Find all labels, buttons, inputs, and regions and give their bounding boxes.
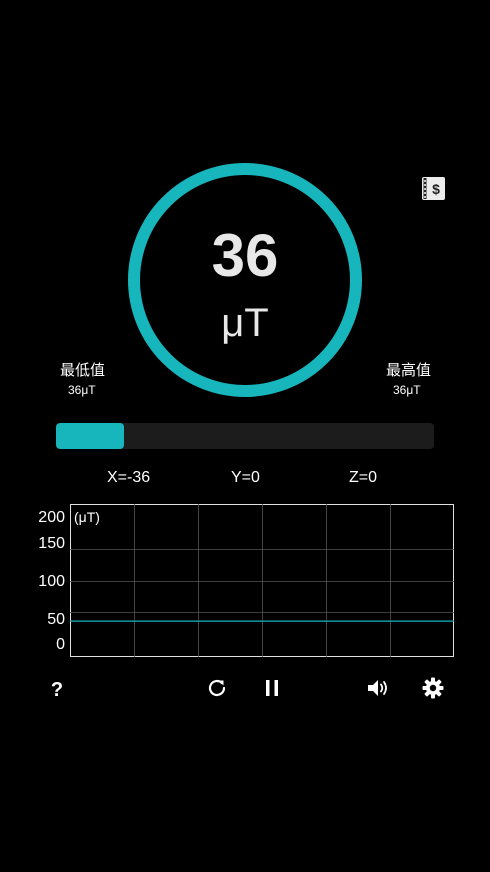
- min-value: 36μT: [68, 383, 96, 397]
- y-tick-200: 200: [38, 509, 65, 526]
- volume-icon: [365, 676, 391, 705]
- refresh-button[interactable]: [202, 675, 232, 705]
- refresh-icon: [205, 676, 229, 705]
- y-tick-50: 50: [47, 611, 65, 628]
- min-label: 最低值: [60, 362, 106, 379]
- settings-button[interactable]: [418, 675, 448, 705]
- help-button[interactable]: ?: [42, 675, 72, 705]
- svg-text:$: $: [432, 181, 440, 197]
- y-tick-100: 100: [38, 573, 65, 590]
- gauge-unit: μT: [221, 301, 269, 345]
- pause-icon: [261, 677, 283, 704]
- max-label: 最高值: [386, 362, 432, 379]
- y-axis-reading: Y=0: [231, 469, 260, 486]
- y-tick-150: 150: [38, 535, 65, 552]
- max-value: 36μT: [393, 383, 421, 397]
- pause-button[interactable]: [257, 675, 287, 705]
- chart-unit-label: (μT): [74, 509, 100, 525]
- gear-icon: [421, 676, 445, 705]
- y-tick-0: 0: [56, 636, 65, 653]
- coupon-dollar-icon[interactable]: $: [420, 175, 447, 202]
- field-history-chart: [70, 504, 454, 657]
- strength-bar-fill: [56, 423, 125, 449]
- strength-bar: [56, 423, 434, 449]
- x-axis-reading: X=-36: [107, 469, 151, 486]
- gauge-value: 36: [211, 222, 279, 289]
- z-axis-reading: Z=0: [349, 469, 378, 486]
- sound-button[interactable]: [363, 675, 393, 705]
